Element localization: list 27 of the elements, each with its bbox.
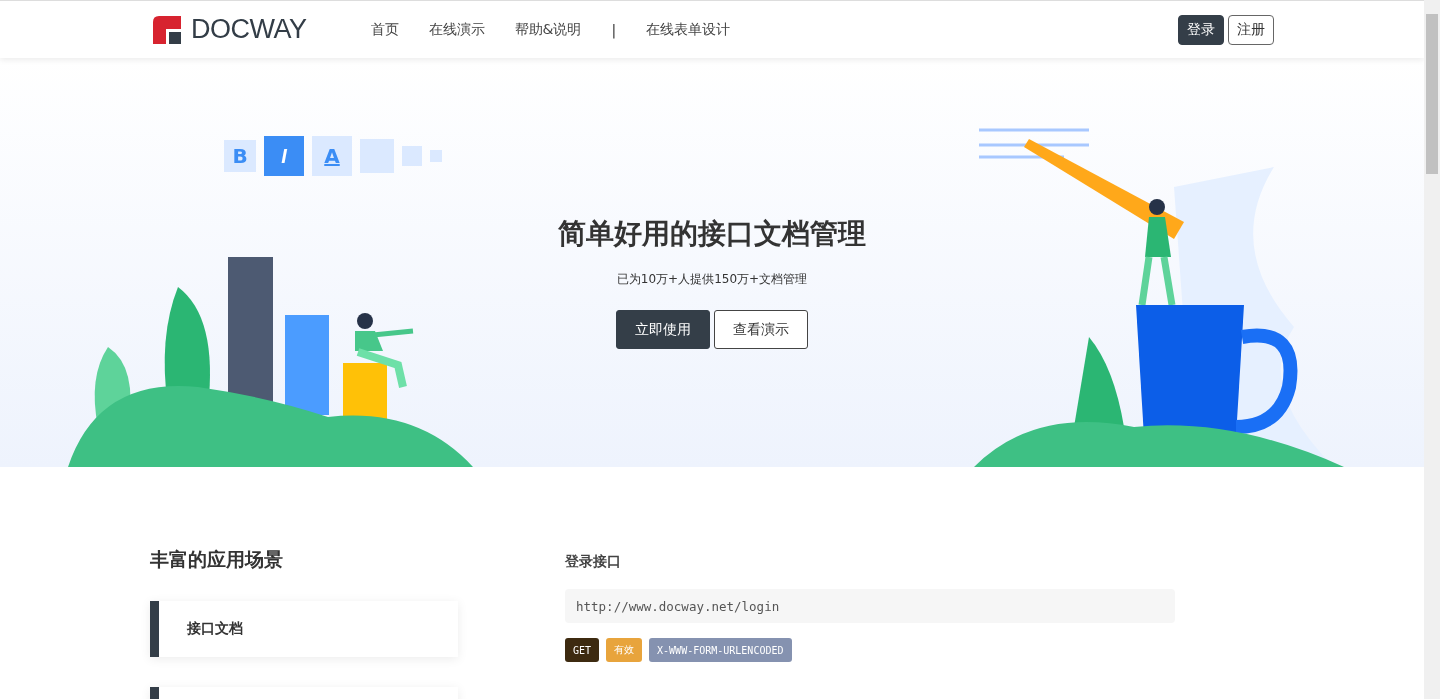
section-title: 丰富的应用场景 bbox=[150, 547, 284, 572]
login-button[interactable]: 登录 bbox=[1178, 14, 1224, 45]
scrollbar[interactable] bbox=[1424, 0, 1440, 699]
scenario-card[interactable]: 接口文档 bbox=[150, 601, 458, 657]
nav-link[interactable]: 首页 bbox=[370, 20, 399, 39]
format-toolbar-key: B bbox=[224, 140, 256, 172]
toolbar-block-icon bbox=[430, 150, 442, 162]
format-toolbar-key: A bbox=[312, 136, 352, 176]
nav-link[interactable]: 帮助&说明 bbox=[514, 20, 582, 39]
nav-separator: | bbox=[611, 21, 617, 38]
hero-title: 简单好用的接口文档管理 bbox=[558, 216, 866, 252]
format-toolbar-key: I bbox=[264, 136, 304, 176]
toolbar-block-icon bbox=[402, 146, 422, 166]
tag: 有效 bbox=[606, 638, 643, 662]
nav-link[interactable]: 在线演示 bbox=[428, 20, 485, 39]
hero-subtitle: 已为10万+人提供150万+文档管理 bbox=[616, 271, 808, 288]
register-button[interactable]: 注册 bbox=[1228, 14, 1274, 45]
toolbar-block-icon bbox=[360, 139, 394, 173]
logo-text[interactable]: DOCWAY bbox=[191, 14, 307, 45]
api-title: 登录接口 bbox=[565, 553, 622, 571]
tag: GET bbox=[565, 638, 600, 662]
url-box: http://www.docway.net/login bbox=[565, 589, 1175, 623]
nav-link[interactable]: 在线表单设计 bbox=[646, 20, 731, 39]
start-button[interactable]: 立即使用 bbox=[616, 310, 710, 349]
logo-icon bbox=[153, 15, 181, 44]
tag: X-WWW-FORM-URLENCODED bbox=[649, 638, 792, 662]
demo-button[interactable]: 查看演示 bbox=[714, 310, 808, 349]
